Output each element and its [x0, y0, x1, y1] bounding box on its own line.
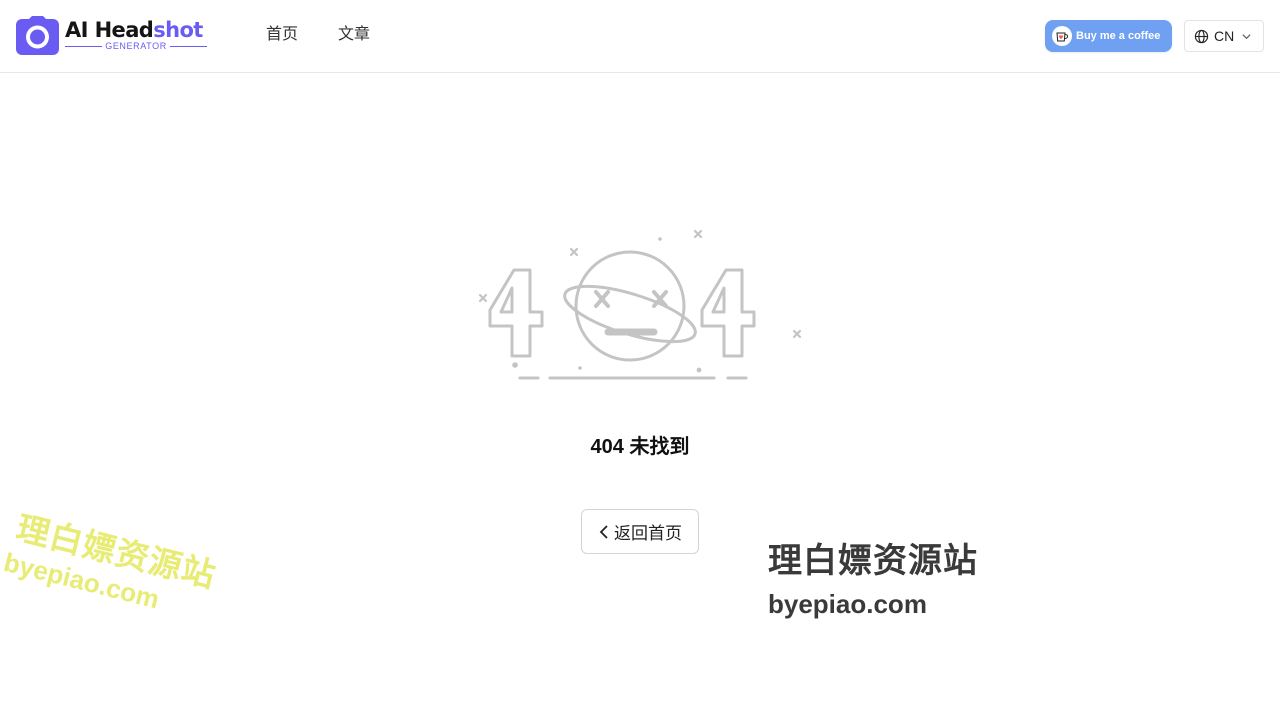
logo-subtitle-text: GENERATOR: [105, 41, 167, 51]
logo-divider: [169, 46, 208, 47]
back-to-home-button[interactable]: 返回首页: [581, 509, 699, 554]
chevron-left-icon: [598, 524, 610, 540]
coffee-button-label: Buy me a coffee: [1076, 30, 1161, 42]
camera-logo-icon: [16, 16, 59, 55]
main-nav: 首页 文章: [266, 24, 410, 46]
logo-title-accent: shot: [153, 18, 203, 42]
globe-icon: [1194, 29, 1209, 43]
watermark-rotated: 理白嫖资源站 byepiao.com: [1, 508, 220, 627]
coffee-heart-icon: [1052, 26, 1072, 46]
back-button-label: 返回首页: [614, 524, 682, 543]
404-planet-illustration: [478, 229, 802, 380]
language-value: CN: [1214, 28, 1235, 44]
logo-text: AI Headshot GENERATOR: [65, 16, 208, 52]
site-header: AI Headshot GENERATOR 首页 文章 Buy me a cof…: [0, 0, 1280, 73]
error-title: 404 未找到: [590, 436, 690, 458]
chevron-down-icon: [1241, 31, 1252, 42]
watermark-text-cn: 理白嫖资源站: [768, 542, 978, 580]
language-select[interactable]: CN: [1184, 20, 1264, 52]
watermark-dark: 理白嫖资源站 byepiao.com: [768, 540, 978, 622]
logo-title-main: AI Head: [65, 18, 154, 42]
logo-title: AI Headshot: [65, 16, 207, 44]
nav-item-articles[interactable]: 文章: [338, 24, 370, 46]
logo[interactable]: AI Headshot GENERATOR: [16, 16, 208, 55]
buy-me-a-coffee-button[interactable]: Buy me a coffee: [1045, 20, 1172, 52]
watermark-text-en: byepiao.com: [768, 589, 927, 619]
logo-divider: [65, 46, 103, 47]
nav-item-home[interactable]: 首页: [266, 24, 298, 46]
